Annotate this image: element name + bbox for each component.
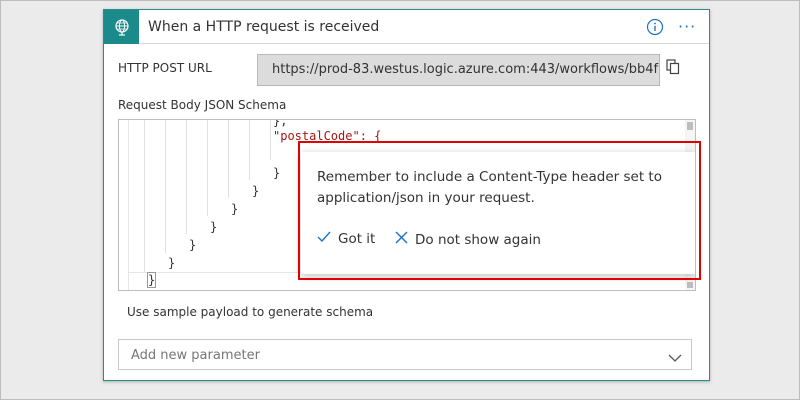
card-title: When a HTTP request is received bbox=[148, 19, 380, 35]
info-icon[interactable] bbox=[646, 18, 664, 40]
code-line: } bbox=[252, 184, 260, 198]
do-not-show-again-button[interactable]: Do not show again bbox=[395, 231, 541, 248]
got-it-label: Got it bbox=[338, 231, 376, 247]
editor-gutter bbox=[119, 120, 129, 290]
card-header[interactable]: When a HTTP request is received ··· bbox=[104, 10, 709, 44]
code-line: } bbox=[147, 272, 157, 288]
indent-guide bbox=[228, 120, 229, 198]
schema-label: Request Body JSON Schema bbox=[118, 98, 287, 112]
callout-message: Remember to include a Content-Type heade… bbox=[317, 169, 662, 206]
indent-guide bbox=[186, 120, 187, 234]
post-url-label: HTTP POST URL bbox=[118, 61, 212, 75]
chevron-down-icon bbox=[668, 348, 682, 367]
got-it-button[interactable]: Got it bbox=[317, 231, 375, 247]
http-trigger-card: When a HTTP request is received ··· HTTP… bbox=[103, 9, 710, 381]
current-line bbox=[129, 272, 685, 290]
globe-icon bbox=[104, 10, 139, 44]
add-parameter-dropdown[interactable]: Add new parameter bbox=[118, 339, 692, 370]
do-not-show-again-label: Do not show again bbox=[415, 231, 541, 248]
sample-payload-link[interactable]: Use sample payload to generate schema bbox=[127, 305, 373, 319]
code-line: } bbox=[231, 202, 239, 216]
code-line: } bbox=[210, 220, 218, 234]
indent-guide bbox=[270, 120, 271, 160]
scrollbar-end bbox=[687, 282, 693, 288]
code-line: } bbox=[189, 238, 197, 252]
close-icon bbox=[395, 231, 408, 248]
code-line: } bbox=[273, 166, 281, 180]
copy-icon[interactable] bbox=[666, 59, 680, 79]
indent-guide bbox=[249, 120, 250, 180]
code-line: "postalCode": { bbox=[273, 129, 382, 143]
scrollbar-thumb[interactable] bbox=[687, 122, 693, 130]
code-line: }, bbox=[273, 119, 288, 128]
add-parameter-placeholder: Add new parameter bbox=[131, 348, 260, 363]
indent-guide bbox=[165, 120, 166, 253]
more-options-icon[interactable]: ··· bbox=[678, 17, 696, 36]
indent-guide bbox=[207, 120, 208, 216]
check-icon bbox=[317, 231, 331, 247]
schema-editor[interactable]: }, "postalCode": { } } } } } } } Remembe… bbox=[118, 119, 696, 291]
indent-guide bbox=[144, 120, 145, 272]
code-line: } bbox=[168, 256, 176, 270]
content-type-callout: Remember to include a Content-Type heade… bbox=[301, 152, 695, 274]
post-url-field[interactable]: https://prod-83.westus.logic.azure.com:4… bbox=[257, 54, 660, 86]
